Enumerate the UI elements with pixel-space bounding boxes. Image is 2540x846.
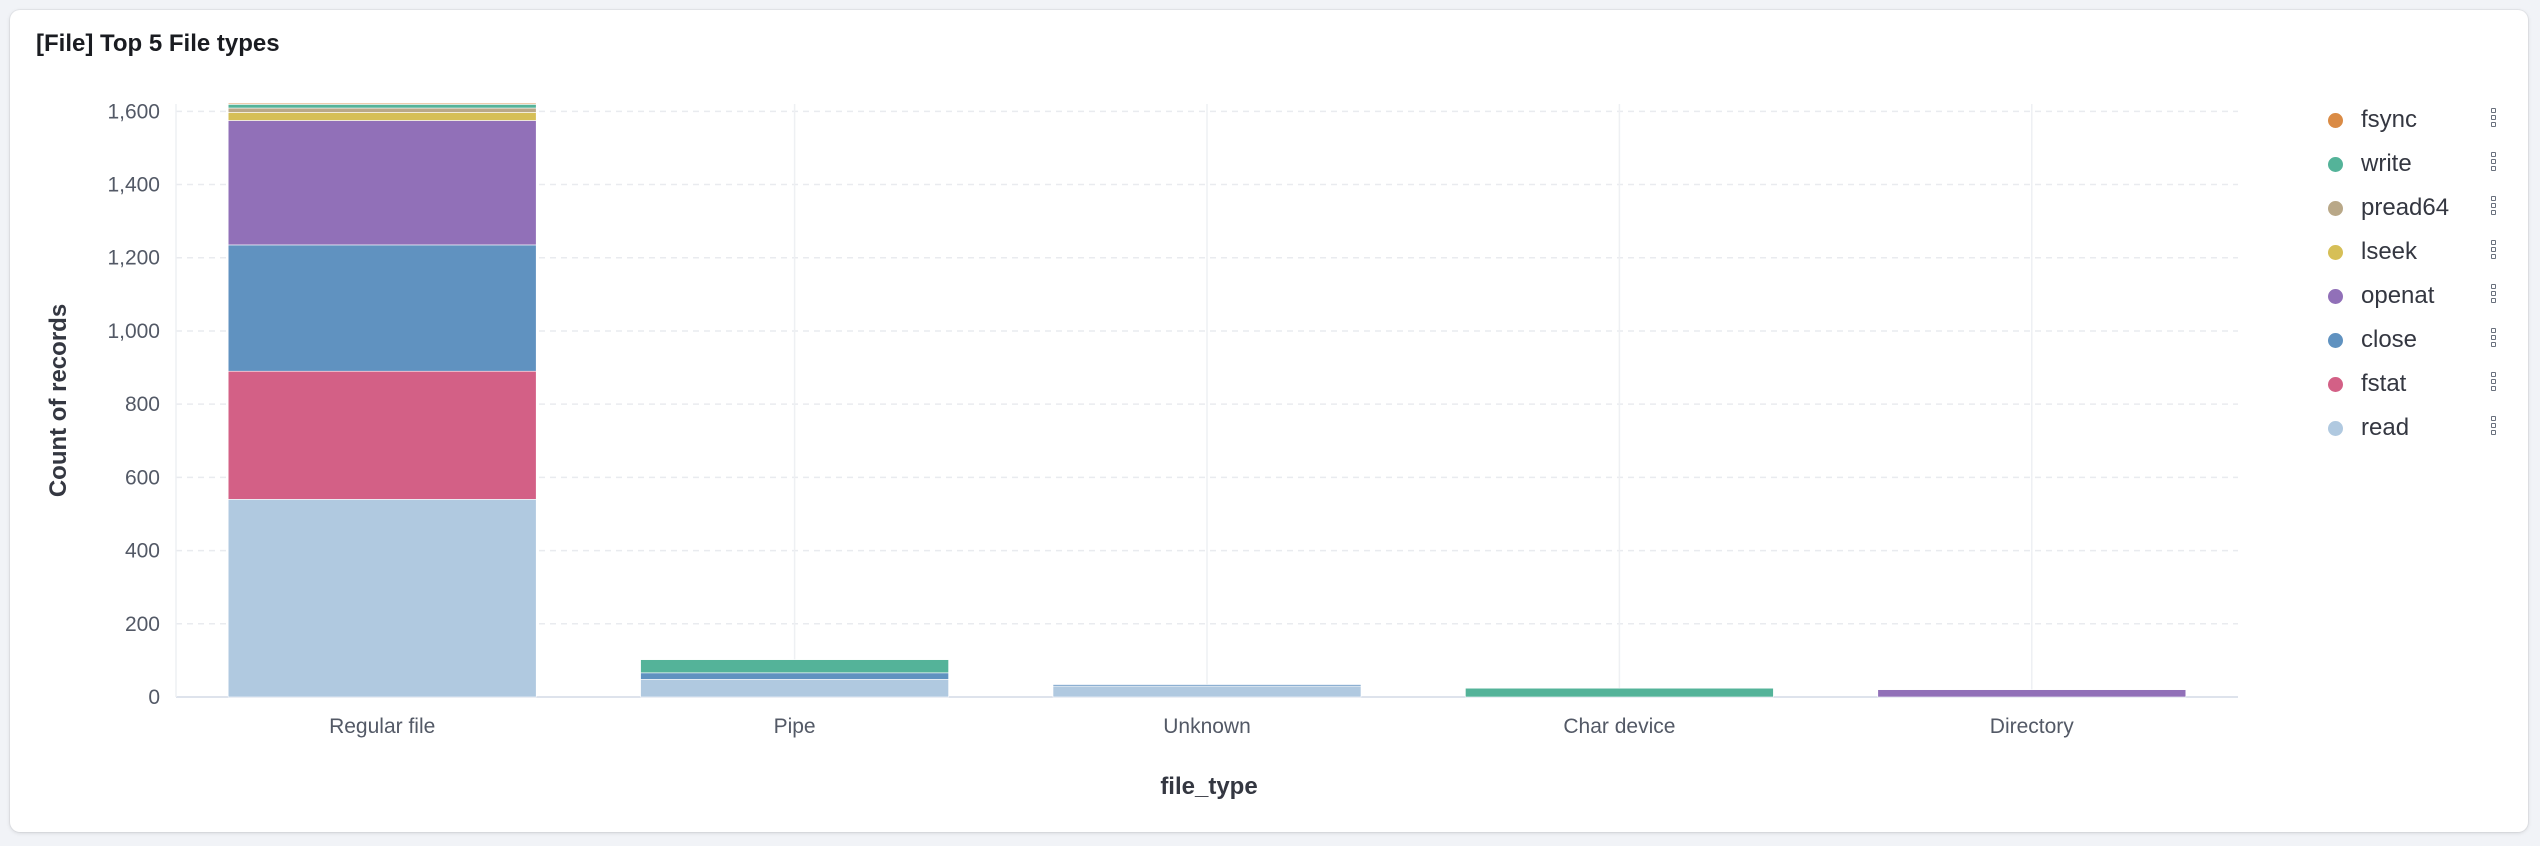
bar-segment-read[interactable]: [1052, 685, 1362, 698]
legend-color-dot: [2328, 112, 2343, 128]
bar-segment-lseek[interactable]: [227, 112, 537, 121]
bar-segment-openat[interactable]: [1877, 689, 2187, 698]
legend-actions-icon[interactable]: [2488, 196, 2498, 220]
legend-color-dot: [2328, 332, 2343, 348]
legend-item-pread64[interactable]: pread64: [2316, 186, 2516, 230]
legend-item-openat[interactable]: openat: [2316, 274, 2516, 318]
y-tick-label: 600: [125, 466, 160, 489]
bar-segment-read[interactable]: [640, 679, 949, 698]
bar-segment-close[interactable]: [640, 672, 949, 680]
legend-color-dot: [2328, 156, 2343, 172]
legend-label[interactable]: close: [2361, 326, 2417, 354]
y-tick-label: 1,600: [107, 100, 160, 123]
bar-segment-close[interactable]: [1052, 684, 1362, 687]
legend-color-dot: [2328, 420, 2343, 436]
legend-actions-icon[interactable]: [2488, 328, 2498, 352]
legend-actions-icon[interactable]: [2488, 240, 2498, 264]
legend-item-close[interactable]: close: [2316, 318, 2516, 362]
x-tick-label: Char device: [1563, 715, 1675, 738]
bar-segment-write[interactable]: [227, 104, 537, 109]
bar-segment-write[interactable]: [1465, 687, 1774, 698]
legend-item-lseek[interactable]: lseek: [2316, 230, 2516, 274]
legend-item-fsync[interactable]: fsync: [2316, 98, 2516, 142]
legend-label[interactable]: lseek: [2361, 238, 2417, 266]
bar-segment-fsync[interactable]: [227, 102, 537, 105]
bar-segment-pread64[interactable]: [227, 107, 537, 113]
legend-label[interactable]: read: [2361, 414, 2409, 442]
y-tick-label: 0: [148, 686, 160, 709]
legend-item-read[interactable]: read: [2316, 406, 2516, 450]
chart-legend: fsync write pread64 lseek openat close fstat re…: [2316, 98, 2516, 450]
legend-actions-icon[interactable]: [2488, 108, 2498, 132]
bar-segment-write[interactable]: [640, 659, 949, 674]
legend-actions-icon[interactable]: [2488, 416, 2498, 440]
x-tick-label: Unknown: [1163, 715, 1251, 738]
y-tick-label: 1,000: [107, 320, 160, 343]
y-tick-label: 400: [125, 540, 160, 563]
y-tick-label: 800: [125, 393, 160, 416]
bar-segment-read[interactable]: [227, 499, 537, 698]
x-tick-label: Regular file: [329, 715, 435, 738]
x-tick-label: Pipe: [774, 715, 816, 738]
legend-color-dot: [2328, 244, 2343, 260]
legend-color-dot: [2328, 288, 2343, 304]
bar-segment-openat[interactable]: [227, 120, 537, 246]
bar-segment-close[interactable]: [227, 244, 537, 372]
legend-color-dot: [2328, 200, 2343, 216]
legend-label[interactable]: fstat: [2361, 370, 2406, 398]
legend-actions-icon[interactable]: [2488, 152, 2498, 176]
legend-label[interactable]: write: [2361, 150, 2412, 178]
legend-actions-icon[interactable]: [2488, 372, 2498, 396]
x-axis-title: file_type: [1160, 773, 1257, 800]
y-tick-label: 200: [125, 613, 160, 636]
legend-label[interactable]: fsync: [2361, 106, 2417, 134]
legend-color-dot: [2328, 376, 2343, 392]
bar-chart: 0 200 400 600 800 1,000 1,200 1,400 1,600 Regular…: [45, 100, 2238, 800]
y-tick-label: 1,200: [107, 247, 160, 270]
y-axis-title: Count of records: [45, 304, 72, 497]
x-tick-label: Directory: [1990, 715, 2075, 738]
legend-label[interactable]: openat: [2361, 282, 2434, 310]
legend-actions-icon[interactable]: [2488, 284, 2498, 308]
bar-segment-fstat[interactable]: [227, 370, 537, 500]
y-tick-label: 1,400: [107, 174, 160, 197]
legend-item-fstat[interactable]: fstat: [2316, 362, 2516, 406]
legend-label[interactable]: pread64: [2361, 194, 2449, 222]
legend-item-write[interactable]: write: [2316, 142, 2516, 186]
